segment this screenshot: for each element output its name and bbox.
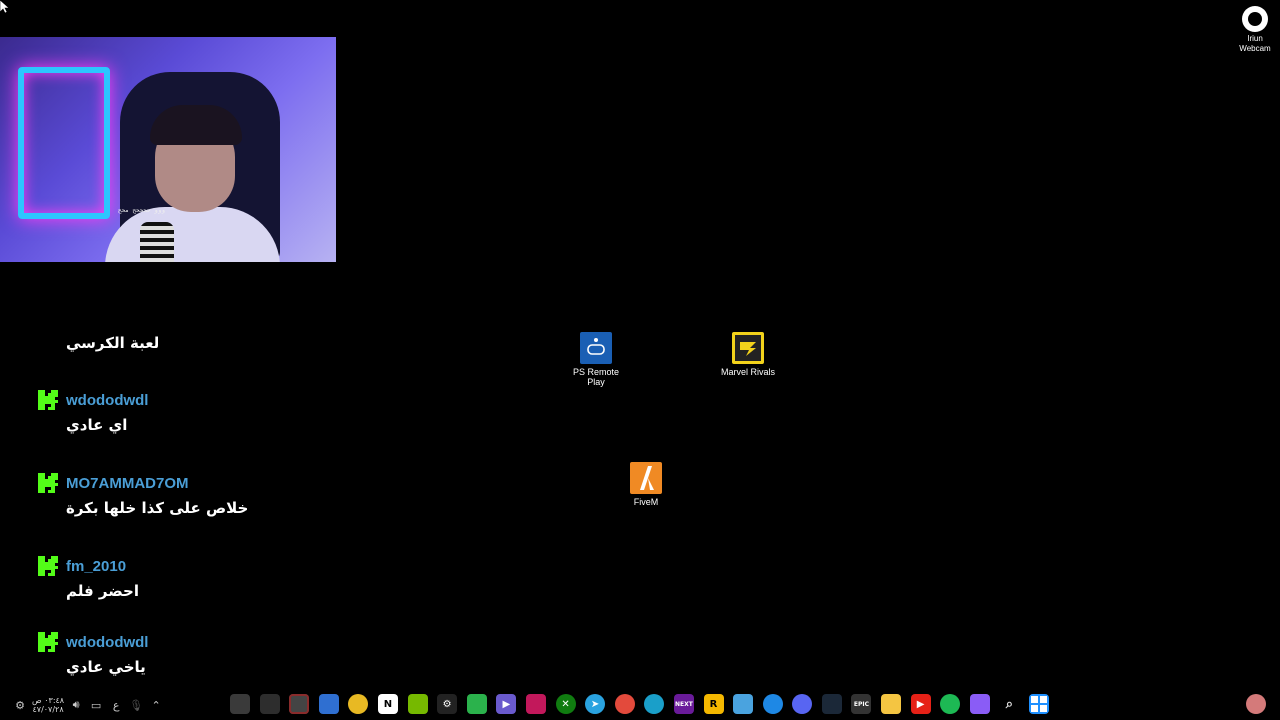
clock-time: ٠٣:٤٨ ص bbox=[32, 696, 65, 705]
desktop-icon-fivem[interactable]: FiveM bbox=[609, 462, 683, 507]
chat-message: wdododwdl ياخي عادي bbox=[38, 630, 338, 676]
windows-start-icon[interactable] bbox=[1029, 694, 1050, 714]
system-tray: ⚙ ٠٣:٤٨ ص ٤٧/٠٧/٢٨ 🔊︎ ▭ ع 🎙︎ ⌃ bbox=[12, 694, 164, 716]
spotify-icon[interactable] bbox=[940, 694, 961, 714]
chat-username[interactable]: fm_2010 bbox=[66, 558, 126, 575]
chat-message-text: خلاص على كذا خلها بكرة bbox=[66, 499, 249, 517]
keyboard-language[interactable]: ع bbox=[108, 697, 124, 713]
app-grid-icon[interactable] bbox=[525, 694, 546, 714]
wechat-icon[interactable] bbox=[466, 694, 487, 714]
taskbar-clock[interactable]: ٠٣:٤٨ ص ٤٧/٠٧/٢٨ bbox=[32, 696, 64, 714]
search-icon[interactable]: ⌕ bbox=[999, 694, 1020, 714]
webcam-overlay-text: ووو ححححح محح bbox=[118, 207, 165, 214]
settings-icon[interactable]: ⚙ bbox=[12, 697, 28, 713]
next-app-icon[interactable]: NEXT bbox=[673, 694, 694, 714]
ps-remote-play-icon bbox=[580, 332, 612, 364]
video-app-icon[interactable]: ▶ bbox=[496, 694, 517, 714]
kick-badge-icon bbox=[38, 632, 58, 652]
battlenet-icon[interactable] bbox=[762, 694, 783, 714]
chat-username[interactable]: wdododwdl bbox=[66, 392, 148, 409]
chat-message-text: اي عادي bbox=[66, 416, 128, 434]
ring-app-icon[interactable] bbox=[230, 694, 250, 714]
volume-icon[interactable]: 🔊︎ bbox=[68, 697, 84, 713]
epic-games-icon[interactable]: EPIC bbox=[851, 694, 872, 714]
browser-folder-icon[interactable] bbox=[318, 694, 339, 714]
desktop-icon-iriun-webcam[interactable]: Iriun Webcam bbox=[1230, 6, 1280, 54]
photos-icon[interactable] bbox=[614, 694, 635, 714]
edge-icon[interactable] bbox=[644, 694, 665, 714]
fivem-label: FiveM bbox=[633, 497, 659, 507]
chevron-up-icon[interactable]: ⌃ bbox=[148, 697, 164, 713]
mouse-cursor bbox=[0, 0, 10, 14]
steelseries-icon[interactable] bbox=[259, 694, 280, 714]
marvel-rivals-icon bbox=[732, 332, 764, 364]
iriun-label-line2: Webcam bbox=[1239, 44, 1271, 53]
youtube-icon[interactable]: ▶ bbox=[910, 694, 931, 714]
microphone-icon[interactable]: 🎙︎ bbox=[128, 697, 144, 713]
marvel-rivals-label: Marvel Rivals bbox=[720, 367, 775, 377]
discord-icon[interactable] bbox=[792, 694, 813, 714]
chrome-icon[interactable] bbox=[348, 694, 369, 714]
notification-avatar[interactable] bbox=[1246, 694, 1266, 714]
taskbar: ⚙ ٠٣:٤٨ ص ٤٧/٠٧/٢٨ 🔊︎ ▭ ع 🎙︎ ⌃ N ⚙ ▶ ✕ ➤… bbox=[0, 690, 1280, 720]
telegram-icon[interactable]: ➤ bbox=[585, 694, 606, 714]
kick-badge-icon bbox=[38, 556, 58, 576]
chat-message: fm_2010 احضر فلم bbox=[38, 554, 338, 600]
chat-message-text: ياخي عادي bbox=[66, 658, 146, 676]
neon-door-frame bbox=[18, 67, 110, 219]
copilot-icon[interactable] bbox=[969, 694, 990, 714]
chat-message: wdododwdl اي عادي bbox=[38, 388, 338, 434]
chat-username[interactable]: MO7AMMAD7OM bbox=[66, 475, 189, 492]
chat-message-text: احضر فلم bbox=[66, 582, 139, 600]
microphone bbox=[140, 222, 174, 262]
xbox-icon[interactable]: ✕ bbox=[555, 694, 576, 714]
taskbar-apps: N ⚙ ▶ ✕ ➤ NEXT R EPIC ▶ ⌕ bbox=[230, 694, 1050, 716]
chat-message: MO7AMMAD7OM خلاص على كذا خلها بكرة bbox=[38, 471, 338, 517]
nvidia-icon[interactable] bbox=[407, 694, 428, 714]
chat-message: لعبة الكرسي bbox=[38, 330, 338, 352]
obs-icon[interactable] bbox=[289, 694, 310, 714]
steam-icon[interactable] bbox=[821, 694, 842, 714]
webcam-feed: ووو ححححح محح bbox=[0, 37, 336, 262]
ps-remote-play-label-line1: PS Remote bbox=[572, 367, 620, 377]
iriun-webcam-icon bbox=[1242, 6, 1268, 32]
file-explorer-icon[interactable] bbox=[881, 694, 902, 714]
kick-badge-icon bbox=[38, 473, 58, 493]
notion-icon[interactable]: N bbox=[377, 694, 398, 714]
network-icon[interactable]: ▭ bbox=[88, 697, 104, 713]
fivem-icon bbox=[630, 462, 662, 494]
iriun-label-line1: Iriun bbox=[1247, 34, 1263, 43]
chat-username[interactable]: wdododwdl bbox=[66, 634, 148, 651]
chat-message-text: لعبة الكرسي bbox=[66, 334, 160, 352]
monitor-app-icon[interactable] bbox=[733, 694, 754, 714]
rockstar-icon[interactable]: R bbox=[703, 694, 724, 714]
kick-badge-icon bbox=[38, 390, 58, 410]
desktop-icon-marvel-rivals[interactable]: Marvel Rivals bbox=[711, 332, 785, 377]
desktop-icon-ps-remote-play[interactable]: PS Remote Play bbox=[559, 332, 633, 387]
clock-date: ٤٧/٠٧/٢٨ bbox=[32, 705, 64, 714]
steam-gear-icon[interactable]: ⚙ bbox=[437, 694, 458, 714]
streamer-hair bbox=[150, 105, 242, 145]
ps-remote-play-label-line2: Play bbox=[587, 377, 605, 387]
